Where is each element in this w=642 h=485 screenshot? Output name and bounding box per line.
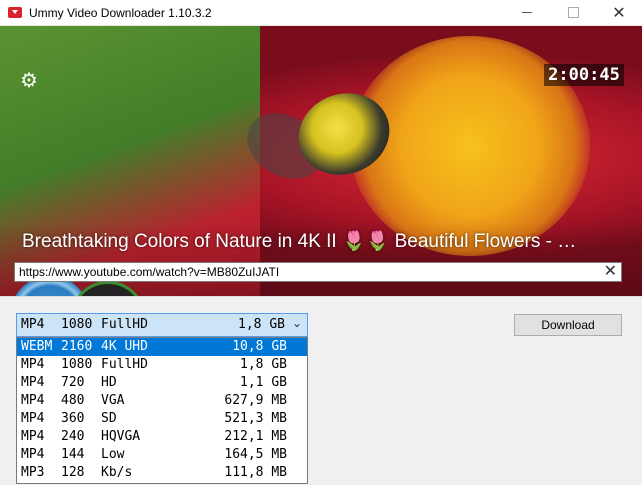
title-bar: Ummy Video Downloader 1.10.3.2 ✕ (0, 0, 642, 26)
option-resolution: 128 (61, 465, 85, 480)
format-option[interactable]: MP3 128 Kb/s 111,8 MB (17, 464, 307, 482)
option-format: MP4 (21, 357, 45, 372)
option-resolution: 240 (61, 429, 85, 444)
option-format: MP4 (21, 393, 45, 408)
format-option[interactable]: MP4 360 SD 521,3 MB (17, 410, 307, 428)
chevron-down-icon[interactable]: ⌄ (292, 316, 302, 330)
close-icon: ✕ (612, 4, 626, 22)
window-title: Ummy Video Downloader 1.10.3.2 (29, 5, 212, 20)
option-resolution: 2160 (61, 339, 93, 354)
format-dropdown-list: WEBM 2160 4K UHD 10,8 GB MP4 1080 FullHD 1,8 GB… (16, 337, 308, 484)
option-quality: 4K UHD (101, 339, 148, 354)
format-label: MP4 (21, 317, 45, 332)
video-title: Breathtaking Colors of Nature in 4K II 🌷… (22, 231, 577, 252)
option-size: 521,3 MB (224, 411, 287, 426)
option-format: MP4 (21, 411, 45, 426)
option-resolution: 360 (61, 411, 85, 426)
option-resolution: 1080 (61, 357, 93, 372)
option-size: 111,8 MB (224, 465, 287, 480)
option-format: MP4 (21, 375, 45, 390)
resolution-label: 1080 (61, 317, 93, 332)
format-option[interactable]: MP4 1080 FullHD 1,8 GB (17, 356, 307, 374)
option-resolution: 144 (61, 447, 85, 462)
video-duration: 2:00:45 (544, 64, 624, 86)
format-option[interactable]: MP4 144 Low 164,5 MB (17, 446, 307, 464)
minimize-icon (522, 12, 532, 13)
format-option[interactable]: MP4 240 HQVGA 212,1 MB (17, 428, 307, 446)
option-format: MP4 (21, 429, 45, 444)
option-quality: Low (101, 447, 125, 462)
app-logo-icon (8, 7, 22, 18)
option-size: 10,8 GB (232, 339, 287, 354)
option-quality: HQVGA (101, 429, 141, 444)
option-format: WEBM (21, 339, 53, 354)
option-quality: Kb/s (101, 465, 133, 480)
download-button[interactable]: Download (514, 314, 622, 336)
option-size: 164,5 MB (224, 447, 287, 462)
quality-label: FullHD (101, 317, 148, 332)
gear-icon[interactable]: ⚙ (20, 71, 38, 91)
option-size: 212,1 MB (224, 429, 287, 444)
close-button[interactable]: ✕ (596, 0, 642, 25)
option-quality: SD (101, 411, 117, 426)
format-option[interactable]: WEBM 2160 4K UHD 10,8 GB (17, 338, 307, 356)
clear-url-icon[interactable]: ✕ (604, 263, 617, 281)
app-window: Ummy Video Downloader 1.10.3.2 ✕ ⚙ 2:00:… (0, 0, 642, 485)
option-size: 627,9 MB (224, 393, 287, 408)
option-resolution: 480 (61, 393, 85, 408)
minimize-button[interactable] (504, 0, 550, 25)
option-quality: HD (101, 375, 117, 390)
video-thumbnail: ⚙ 2:00:45 4K Breathtaking Colors of Natu… (0, 26, 642, 296)
option-quality: VGA (101, 393, 125, 408)
url-field[interactable]: ✕ (14, 262, 622, 282)
maximize-button[interactable] (550, 0, 596, 25)
option-size: 1,8 GB (240, 357, 287, 372)
format-option[interactable]: MP4 720 HD 1,1 GB (17, 374, 307, 392)
option-format: MP4 (21, 447, 45, 462)
format-option[interactable]: MP4 480 VGA 627,9 MB (17, 392, 307, 410)
maximize-icon (567, 7, 579, 18)
url-input[interactable] (19, 263, 599, 281)
option-quality: FullHD (101, 357, 148, 372)
format-select[interactable]: MP4 1080 FullHD 1,8 GB ⌄ (16, 313, 308, 337)
size-label: 1,8 GB (238, 317, 285, 332)
option-format: MP3 (21, 465, 45, 480)
option-resolution: 720 (61, 375, 85, 390)
option-size: 1,1 GB (240, 375, 287, 390)
